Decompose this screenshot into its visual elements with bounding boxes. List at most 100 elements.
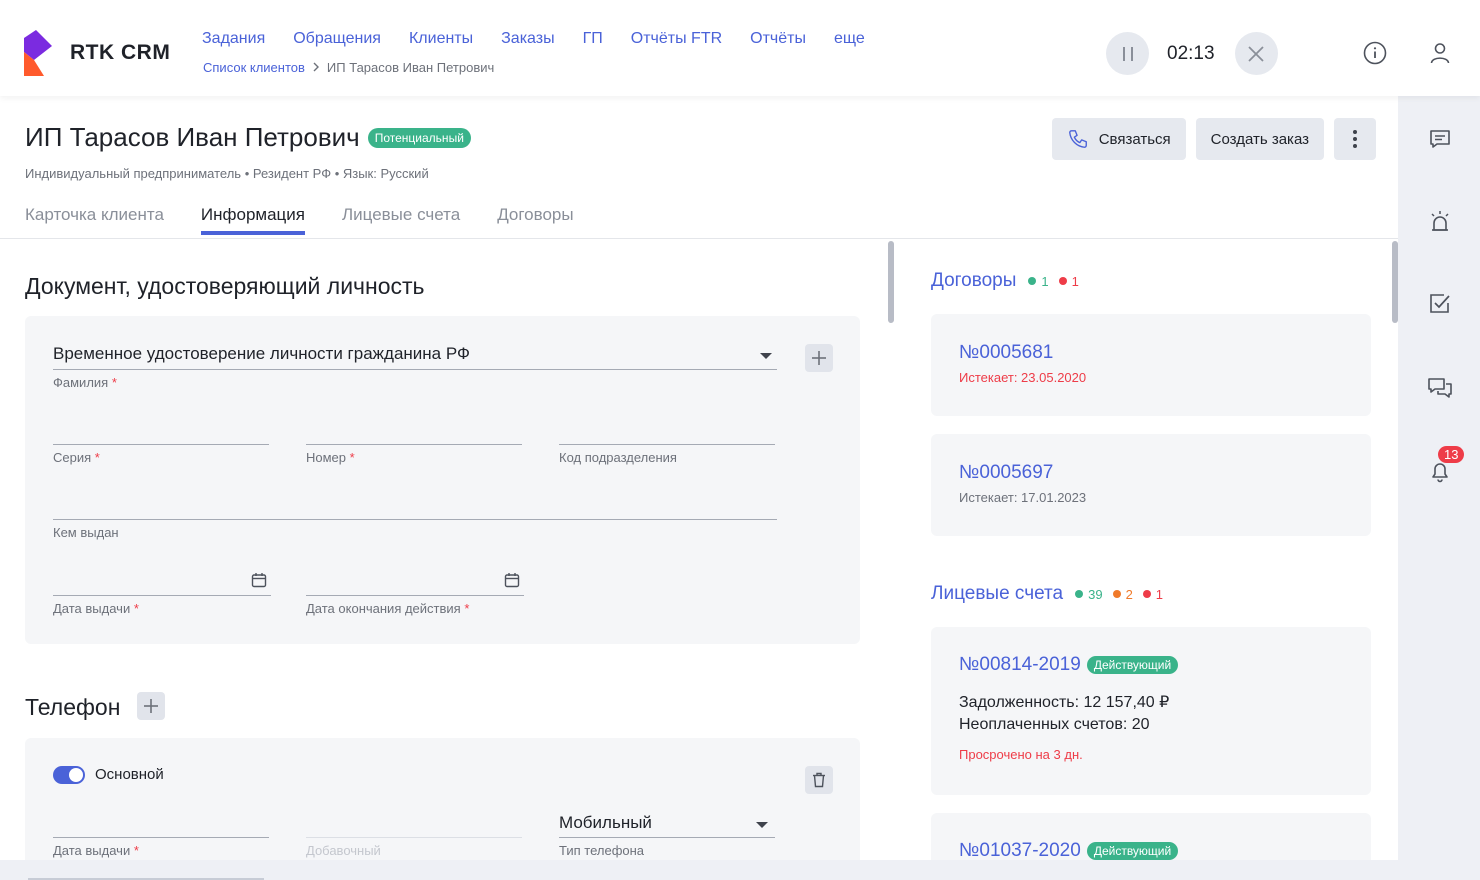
account-number[interactable]: №00814-2019 bbox=[959, 654, 1081, 675]
number-input[interactable] bbox=[306, 444, 522, 445]
series-input[interactable] bbox=[53, 444, 269, 445]
document-section-title: Документ, удостоверяющий личность bbox=[25, 273, 425, 299]
contracts-title[interactable]: Договоры bbox=[931, 270, 1016, 292]
nav-reports[interactable]: Отчёты bbox=[750, 30, 806, 48]
app-logo[interactable]: RTK CRM bbox=[24, 30, 170, 76]
plus-icon bbox=[144, 699, 158, 713]
related-panel: Договоры 1 1 №0005681 Истекает: 23.05.20… bbox=[894, 239, 1398, 860]
tab-contracts[interactable]: Договоры bbox=[497, 205, 573, 235]
status-dot bbox=[1028, 277, 1037, 285]
issued-by-label: Кем выдан bbox=[53, 525, 119, 540]
alarm-icon[interactable] bbox=[1427, 208, 1453, 234]
create-order-button[interactable]: Создать заказ bbox=[1195, 118, 1324, 160]
nav-tasks[interactable]: Задания bbox=[202, 30, 265, 48]
comment-icon[interactable] bbox=[1427, 126, 1453, 152]
trash-icon bbox=[813, 772, 825, 788]
account-status-badge: Действующий bbox=[1086, 655, 1179, 674]
contracts-header: Договоры 1 1 bbox=[931, 270, 1079, 292]
pause-call-button[interactable] bbox=[1106, 32, 1149, 75]
tab-client-card[interactable]: Карточка клиента bbox=[25, 205, 164, 235]
chevron-down-icon[interactable] bbox=[756, 822, 768, 828]
add-phone-button[interactable] bbox=[137, 692, 165, 720]
chevron-down-icon[interactable] bbox=[760, 353, 772, 359]
nav-requests[interactable]: Обращения bbox=[293, 30, 381, 48]
contract-card[interactable]: №0005681 Истекает: 23.05.2020 bbox=[931, 314, 1371, 416]
account-overdue: Просрочено на 3 дн. bbox=[959, 747, 1083, 762]
info-icon[interactable] bbox=[1362, 40, 1388, 66]
document-type-value[interactable]: Временное удостоверение личности граждан… bbox=[53, 344, 470, 364]
breadcrumb-current: ИП Тарасов Иван Петрович bbox=[326, 60, 495, 75]
account-number[interactable]: №01037-2020 bbox=[959, 840, 1081, 860]
issue-date-input[interactable] bbox=[53, 595, 271, 596]
status-dot bbox=[1058, 277, 1067, 285]
contract-number[interactable]: №0005681 bbox=[959, 342, 1053, 364]
right-rail: 13 bbox=[1398, 96, 1480, 880]
issue-date-label: Дата выдачи * bbox=[53, 601, 139, 616]
notification-count-badge: 13 bbox=[1438, 446, 1465, 463]
phone-issue-date-input[interactable] bbox=[53, 837, 269, 838]
main-phone-toggle[interactable] bbox=[53, 766, 85, 784]
contract-number[interactable]: №0005697 bbox=[959, 462, 1053, 484]
series-label: Серия * bbox=[53, 450, 100, 465]
contract-card[interactable]: №0005697 Истекает: 17.01.2023 bbox=[931, 434, 1371, 536]
toggle-knob bbox=[69, 768, 83, 782]
user-profile-icon[interactable] bbox=[1427, 40, 1453, 66]
nav-clients[interactable]: Клиенты bbox=[409, 30, 473, 48]
extension-label: Добавочный bbox=[306, 843, 381, 858]
call-controls: 02:13 bbox=[1106, 32, 1278, 75]
left-scrollbar[interactable] bbox=[886, 239, 894, 860]
status-dot bbox=[1075, 590, 1084, 598]
contact-button-label: Связаться bbox=[1098, 130, 1171, 148]
delete-phone-button[interactable] bbox=[805, 766, 833, 794]
pause-icon bbox=[1122, 46, 1133, 61]
chevron-right-icon bbox=[311, 61, 321, 75]
phone-section-title: Телефон bbox=[25, 694, 121, 720]
document-type-select[interactable] bbox=[53, 369, 777, 370]
division-code-label: Код подразделения bbox=[559, 450, 677, 465]
document-card: Временное удостоверение личности граждан… bbox=[25, 316, 860, 644]
nav-reports-ftr[interactable]: Отчёты FTR bbox=[631, 30, 722, 48]
phone-card: Основной Дата выдачи * Добавочный Мобиль… bbox=[25, 738, 860, 860]
contract-expiry: Истекает: 17.01.2023 bbox=[959, 490, 1087, 505]
expiry-date-input[interactable] bbox=[306, 595, 524, 596]
client-actions: Связаться Создать заказ bbox=[1051, 118, 1376, 160]
nav-gp[interactable]: ГП bbox=[583, 30, 603, 48]
accounts-header: Лицевые счета 39 2 1 bbox=[931, 583, 1163, 605]
account-status-badge: Действующий bbox=[1086, 841, 1179, 860]
phone-icon bbox=[1068, 130, 1087, 148]
chat-icon[interactable] bbox=[1427, 375, 1453, 401]
more-actions-button[interactable] bbox=[1334, 118, 1376, 160]
nav-more[interactable]: еще bbox=[834, 30, 865, 48]
account-card[interactable]: №01037-2020 Действующий bbox=[931, 813, 1371, 860]
add-document-button[interactable] bbox=[805, 344, 833, 372]
more-vertical-icon bbox=[1353, 130, 1357, 148]
client-header: ИП Тарасов Иван Петрович Потенциальный bbox=[25, 122, 471, 153]
nav-orders[interactable]: Заказы bbox=[501, 30, 554, 48]
contact-button[interactable]: Связаться bbox=[1051, 118, 1186, 160]
account-number-row: №00814-2019 Действующий bbox=[959, 654, 1179, 676]
breadcrumb-parent[interactable]: Список клиентов bbox=[203, 60, 305, 75]
division-code-input[interactable] bbox=[559, 444, 775, 445]
scrollbar-thumb[interactable] bbox=[1392, 241, 1398, 323]
app-name: RTK CRM bbox=[70, 41, 171, 64]
calendar-icon[interactable] bbox=[504, 572, 520, 593]
right-scrollbar[interactable] bbox=[1392, 239, 1398, 860]
status-dot bbox=[1112, 590, 1121, 598]
end-call-button[interactable] bbox=[1234, 32, 1278, 75]
logo-icon bbox=[24, 30, 52, 76]
tab-information[interactable]: Информация bbox=[200, 205, 305, 235]
tab-accounts[interactable]: Лицевые счета bbox=[342, 205, 460, 235]
account-card[interactable]: №00814-2019 Действующий Задолженность: 12… bbox=[931, 627, 1371, 795]
extension-input[interactable] bbox=[306, 837, 522, 838]
phone-type-select[interactable] bbox=[559, 837, 775, 838]
calendar-icon[interactable] bbox=[251, 572, 267, 593]
contract-expiry: Истекает: 23.05.2020 bbox=[959, 370, 1087, 385]
plus-icon bbox=[812, 351, 826, 365]
checkbox-task-icon[interactable] bbox=[1427, 291, 1453, 317]
phone-type-value[interactable]: Мобильный bbox=[559, 813, 652, 833]
accounts-title[interactable]: Лицевые счета bbox=[931, 583, 1063, 605]
client-name: ИП Тарасов Иван Петрович bbox=[25, 122, 360, 152]
issued-by-input[interactable] bbox=[53, 519, 777, 520]
contracts-active-count: 1 bbox=[1028, 274, 1049, 289]
accounts-warning-count: 2 bbox=[1112, 587, 1133, 602]
